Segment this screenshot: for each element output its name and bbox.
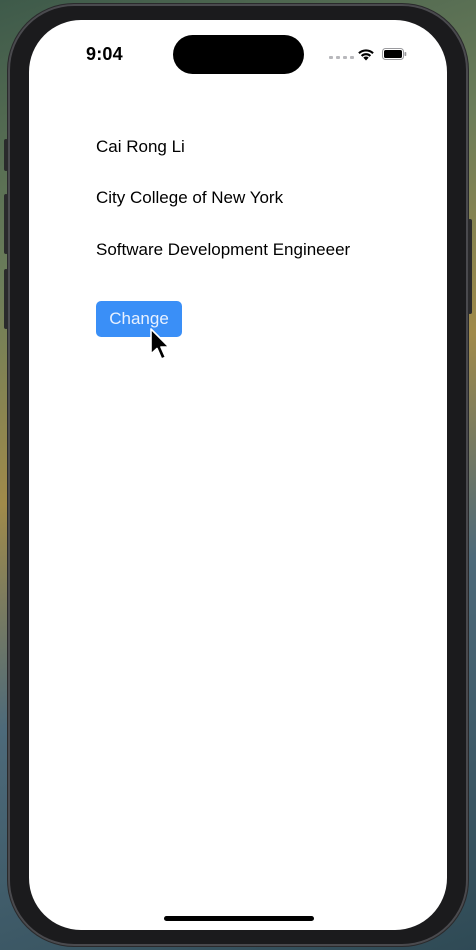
cellular-signal-icon xyxy=(329,56,354,59)
profile-name: Cai Rong Li xyxy=(96,137,185,156)
profile-school: City College of New York xyxy=(96,188,284,207)
power-button xyxy=(468,219,472,314)
wifi-icon xyxy=(358,49,374,61)
dynamic-island xyxy=(173,35,304,74)
volume-down-button xyxy=(4,269,8,329)
home-indicator[interactable] xyxy=(164,916,314,921)
volume-up-button xyxy=(4,194,8,254)
profile-title: Software Development Engineeer xyxy=(96,240,351,259)
phone-screen: 9:04 Cai Rong Li City College of New Yor… xyxy=(29,20,447,930)
action-button xyxy=(4,139,8,171)
status-bar: 9:04 xyxy=(29,20,447,80)
battery-icon xyxy=(382,48,407,60)
mouse-pointer-icon xyxy=(150,328,170,360)
status-time: 9:04 xyxy=(86,44,123,64)
